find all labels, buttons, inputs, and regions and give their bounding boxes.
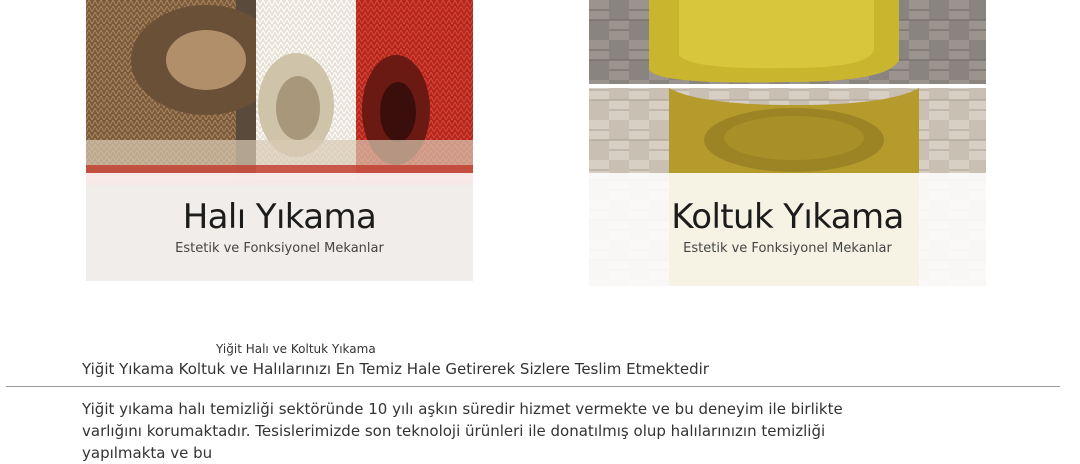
card-subtitle: Estetik ve Fonksiyonel Mekanlar xyxy=(683,241,892,256)
card-caption: Koltuk Yıkama Estetik ve Fonksiyonel Mek… xyxy=(589,173,986,286)
intro-small-title: Yiğit Halı ve Koltuk Yıkama xyxy=(216,342,376,356)
divider xyxy=(6,386,1060,387)
intro-heading: Yiğit Yıkama Koltuk ve Halılarınızı En T… xyxy=(82,360,709,378)
card-caption: Halı Yıkama Estetik ve Fonksiyonel Mekan… xyxy=(86,173,473,281)
card-subtitle: Estetik ve Fonksiyonel Mekanlar xyxy=(175,241,384,256)
card-title[interactable]: Halı Yıkama xyxy=(86,197,473,237)
service-card-koltuk[interactable]: Koltuk Yıkama Estetik ve Fonksiyonel Mek… xyxy=(589,0,986,286)
card-title[interactable]: Koltuk Yıkama xyxy=(589,197,986,237)
intro-body-text: Yiğit yıkama halı temizliği sektöründe 1… xyxy=(82,400,843,462)
service-card-hali[interactable]: Halı Yıkama Estetik ve Fonksiyonel Mekan… xyxy=(86,0,473,281)
